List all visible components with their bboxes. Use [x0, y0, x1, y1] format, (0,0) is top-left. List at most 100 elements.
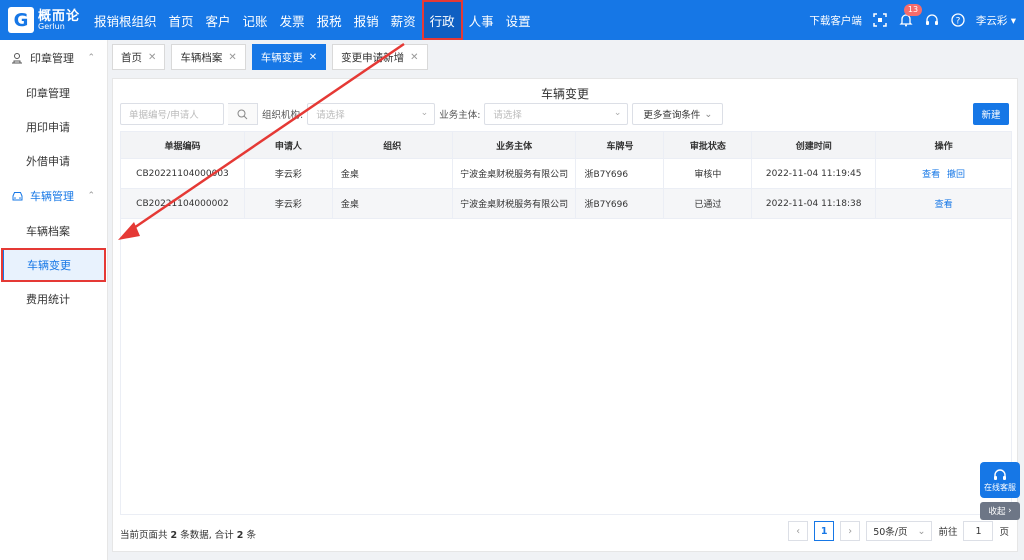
cell-entity: 宁波金桌财税服务有限公司 [451, 158, 577, 189]
collapse-button[interactable]: 收起 › [980, 502, 1020, 520]
chevron-up-icon: ⌃ [87, 191, 95, 201]
search-button[interactable] [228, 103, 258, 125]
cell-org: 金桌 [331, 188, 453, 219]
more-filters-button[interactable]: 更多查询条件 ⌄ [632, 103, 724, 125]
tab-label: 变更申请新增 [341, 51, 405, 64]
search-input[interactable]: 单据编号/申请人 [120, 103, 224, 125]
cell-actions: 查看 [875, 188, 1012, 219]
nav-item-hr[interactable]: 人事 [463, 0, 500, 40]
cell-plate: 浙B7Y696 [575, 158, 665, 189]
tab-vehicle-change[interactable]: 车辆变更 ✕ [251, 44, 327, 70]
close-icon[interactable]: ✕ [309, 52, 317, 63]
biz-label: 业务主体: [439, 110, 481, 121]
nav-item-customer[interactable]: 客户 [200, 0, 237, 40]
cell-actions: 查看 撤回 [875, 158, 1012, 189]
summary-mid: 条数据, 合计 [180, 530, 234, 541]
cell-created: 2022-11-04 11:19:45 [751, 158, 877, 189]
goto-label: 前往 [938, 527, 958, 538]
main-panel: 车辆变更 单据编号/申请人 组织机构: 请选择 ⌄ 业务主体: 请选择 ⌄ 更多… [112, 78, 1018, 552]
bell-icon[interactable]: 13 [898, 4, 923, 28]
close-icon[interactable]: ✕ [228, 52, 236, 63]
page-number-button[interactable]: 1 [814, 521, 835, 541]
cell-status: 审核中 [663, 158, 753, 189]
org-select[interactable]: 请选择 ⌄ [307, 103, 436, 125]
brand-name-en: Gerlun [38, 21, 65, 31]
nav-item-tax[interactable]: 报税 [311, 0, 348, 40]
user-menu[interactable]: 李云彩 ▾ [976, 13, 1016, 28]
headset-icon[interactable] [924, 12, 940, 28]
logo[interactable]: G 概而论 Gerlun [0, 0, 88, 40]
sidebar-item-vehicle-archive[interactable]: 车辆档案 [0, 214, 107, 248]
table-row[interactable]: CB20221104000003 李云彩 金桌 宁波金桌财税服务有限公司 浙B7… [120, 158, 1012, 189]
page-size-value: 50条/页 [873, 527, 908, 538]
top-nav-bar: G 概而论 Gerlun 报销根组织 首页 客户 记账 发票 报税 报销 薪资 … [0, 0, 1024, 40]
nav-item-org[interactable]: 报销根组织 [88, 0, 163, 40]
tab-label: 首页 [121, 51, 142, 64]
online-service-button[interactable]: 在线客服 [980, 462, 1020, 498]
chevron-down-icon: ⌄ [420, 108, 429, 118]
svg-text:?: ? [956, 17, 961, 27]
sidebar-item-seal-lend[interactable]: 外借申请 [0, 144, 107, 178]
org-select-placeholder: 请选择 [316, 110, 345, 121]
nav-item-admin[interactable]: 行政 [421, 0, 463, 40]
tab-label: 车辆变更 [260, 51, 303, 64]
help-icon[interactable]: ? [950, 12, 966, 28]
chevron-down-icon: ⌄ [613, 108, 622, 118]
biz-select[interactable]: 请选择 ⌄ [484, 103, 629, 125]
summary-suffix: 条 [246, 530, 256, 541]
cell-applicant: 李云彩 [243, 188, 333, 219]
sidebar-item-expense-stats[interactable]: 费用统计 [0, 282, 107, 316]
table-header-row: 单据编码 申请人 组织 业务主体 车牌号 审批状态 创建时间 操作 [120, 131, 1012, 159]
next-page-button[interactable]: › [840, 521, 861, 541]
sidebar-item-seal-apply[interactable]: 用印申请 [0, 110, 107, 144]
col-header: 业务主体 [451, 131, 577, 159]
cell-created: 2022-11-04 11:18:38 [751, 188, 877, 219]
notification-badge: 13 [903, 4, 923, 16]
nav-item-invoice[interactable]: 发票 [274, 0, 311, 40]
col-header: 组织 [331, 131, 453, 159]
scan-icon[interactable] [872, 12, 888, 28]
sidebar-group-vehicle[interactable]: 车辆管理 ⌃ [0, 178, 107, 214]
tab-vehicle-archive[interactable]: 车辆档案 ✕ [171, 44, 246, 70]
table-row[interactable]: CB20221104000002 李云彩 金桌 宁波金桌财税服务有限公司 浙B7… [120, 188, 1012, 219]
nav-item-bookkeeping[interactable]: 记账 [237, 0, 274, 40]
tab-home[interactable]: 首页 ✕ [112, 44, 166, 70]
tab-change-request-new[interactable]: 变更申请新增 ✕ [332, 44, 428, 70]
collapse-label: 收起 [988, 507, 1006, 517]
new-button[interactable]: 新建 [973, 103, 1009, 125]
brand-name: 概而论 [38, 8, 81, 24]
sidebar-item-seal-manage[interactable]: 印章管理 [0, 76, 107, 110]
nav-item-home[interactable]: 首页 [163, 0, 200, 40]
col-header: 单据编码 [120, 131, 245, 159]
nav-item-salary[interactable]: 薪资 [385, 0, 422, 40]
page-size-select[interactable]: 50条/页 ⌄ [866, 521, 933, 541]
close-icon[interactable]: ✕ [410, 52, 418, 63]
col-header: 审批状态 [663, 131, 753, 159]
pagination: ‹ 1 › 50条/页 ⌄ 前往 1 页 [788, 521, 1009, 541]
withdraw-link[interactable]: 撤回 [947, 170, 965, 180]
close-icon[interactable]: ✕ [148, 52, 156, 63]
sidebar-group-seal[interactable]: 印章管理 ⌃ [0, 40, 107, 76]
biz-select-placeholder: 请选择 [493, 110, 522, 121]
summary-total: 2 [236, 530, 244, 541]
download-client-link[interactable]: 下载客户端 [809, 13, 862, 28]
sidebar-item-vehicle-change[interactable]: 车辆变更 [1, 248, 106, 282]
cell-org: 金桌 [331, 158, 453, 189]
more-filters-label: 更多查询条件 [643, 110, 701, 121]
view-link[interactable]: 查看 [935, 200, 953, 210]
page-tabs: 首页 ✕ 车辆档案 ✕ 车辆变更 ✕ 变更申请新增 ✕ [112, 44, 428, 70]
goto-page-input[interactable]: 1 [963, 521, 994, 541]
prev-page-button[interactable]: ‹ [788, 521, 809, 541]
chevron-down-icon: ⌄ [704, 108, 713, 120]
chevron-up-icon: ⌃ [87, 53, 95, 63]
car-icon [10, 189, 24, 203]
record-summary: 当前页面共 2 条数据, 合计 2 条 [120, 527, 256, 541]
main-nav: 报销根组织 首页 客户 记账 发票 报税 报销 薪资 行政 人事 设置 [88, 0, 537, 40]
nav-item-settings[interactable]: 设置 [500, 0, 537, 40]
org-label: 组织机构: [262, 110, 304, 121]
nav-item-reimburse[interactable]: 报销 [348, 0, 385, 40]
sidebar: 印章管理 ⌃ 印章管理 用印申请 外借申请 车辆管理 ⌃ 车辆档案 车辆变更 费… [0, 40, 108, 560]
view-link[interactable]: 查看 [922, 170, 940, 180]
tab-label: 车辆档案 [180, 51, 223, 64]
cell-code: CB20221104000003 [120, 158, 245, 189]
